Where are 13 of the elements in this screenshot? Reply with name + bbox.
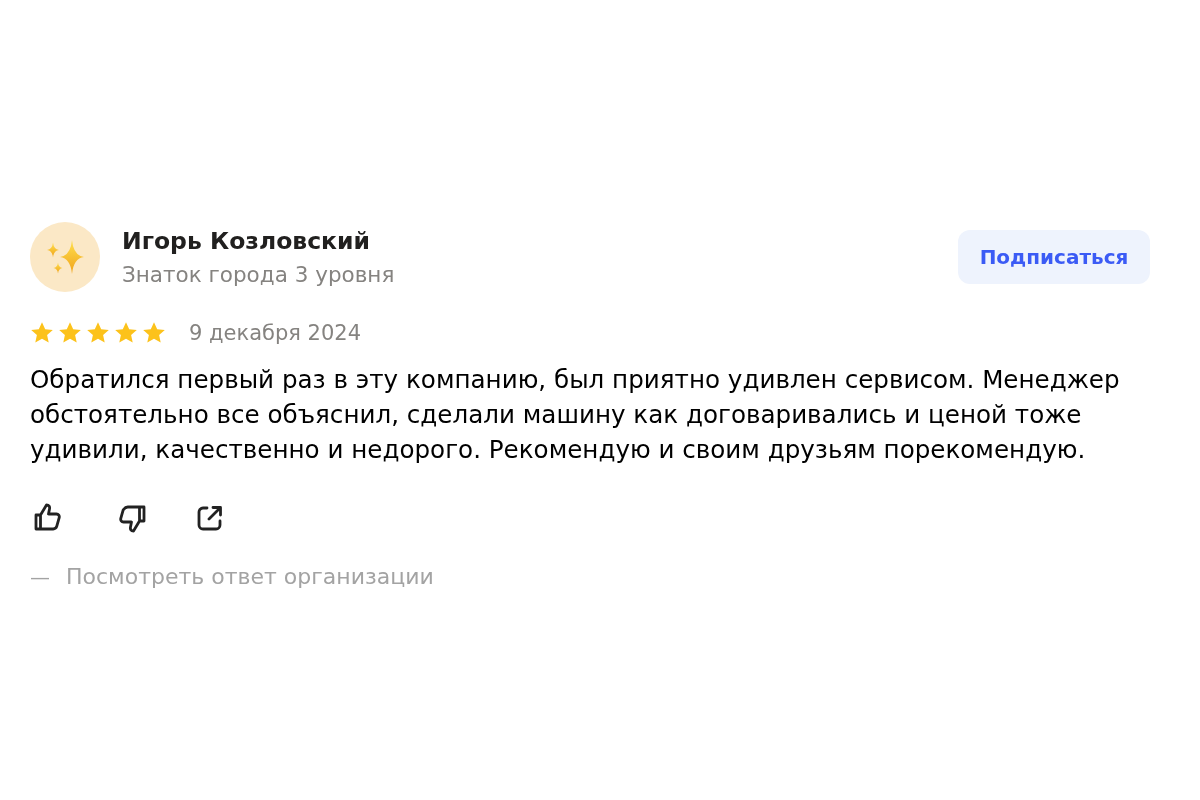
star-filled-icon — [86, 321, 110, 345]
view-response-link[interactable]: Посмотреть ответ организации — [66, 565, 434, 589]
dash-marker: — — [30, 565, 50, 589]
review-text: Обратился первый раз в эту компанию, был приятно удивлен сервисом. Менеджер обстоятельно все объяснил, сделали машину как договаривались и ценой тоже удивили, качественно и недорого. Рекомендую и своим друзьям порекомендую. — [30, 364, 1121, 466]
star-filled-icon — [114, 321, 138, 345]
star-filled-icon — [142, 321, 166, 345]
star-filled-icon — [58, 321, 82, 345]
sparkles-avatar-icon — [30, 222, 100, 292]
author-status: Знаток города 3 уровня — [122, 262, 395, 288]
subscribe-button[interactable]: Подписаться — [958, 230, 1150, 284]
star-filled-icon — [30, 321, 54, 345]
review-date: 9 декабря 2024 — [189, 321, 362, 345]
author-name: Игорь Козловский — [122, 226, 371, 256]
